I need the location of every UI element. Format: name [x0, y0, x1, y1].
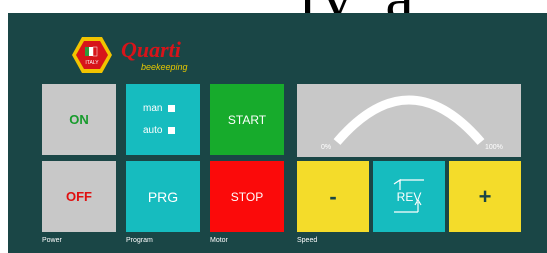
start-button[interactable]: START [210, 84, 284, 155]
reverse-button[interactable]: REV [373, 161, 445, 232]
speed-group-label: Speed [297, 237, 318, 244]
control-panel: ITALY Quarti beekeeping ON OFF Power man… [8, 13, 547, 253]
man-mode-label: man [143, 103, 163, 114]
reverse-label: REV [396, 189, 422, 204]
speed-min-label: 0% [321, 144, 332, 151]
man-mode-option[interactable]: man [143, 103, 176, 114]
auto-mode-label: auto [143, 125, 163, 136]
speed-decrease-button[interactable]: - [297, 161, 369, 232]
speed-max-label: 100% [485, 144, 503, 151]
power-group-label: Power [42, 237, 62, 244]
motor-group-label: Motor [210, 237, 228, 244]
speed-increase-button[interactable]: + [449, 161, 521, 232]
auto-checkbox[interactable] [168, 127, 176, 134]
brand-logo: ITALY Quarti beekeeping [71, 35, 221, 79]
stop-button[interactable]: STOP [210, 161, 284, 232]
auto-mode-option[interactable]: auto [143, 125, 176, 136]
on-button[interactable]: ON [42, 84, 116, 155]
program-group-label: Program [126, 237, 153, 244]
man-checkbox[interactable] [168, 105, 176, 112]
brand-tagline: beekeeping [141, 62, 188, 72]
mode-selector: man auto [126, 84, 200, 155]
prg-button[interactable]: PRG [126, 161, 200, 232]
off-button[interactable]: OFF [42, 161, 116, 232]
logo-badge-text: ITALY [85, 60, 99, 66]
speed-gauge: 0% 100% [297, 84, 521, 157]
logo-hexagon-icon: ITALY [72, 37, 112, 73]
brand-name: Quarti [121, 37, 181, 62]
